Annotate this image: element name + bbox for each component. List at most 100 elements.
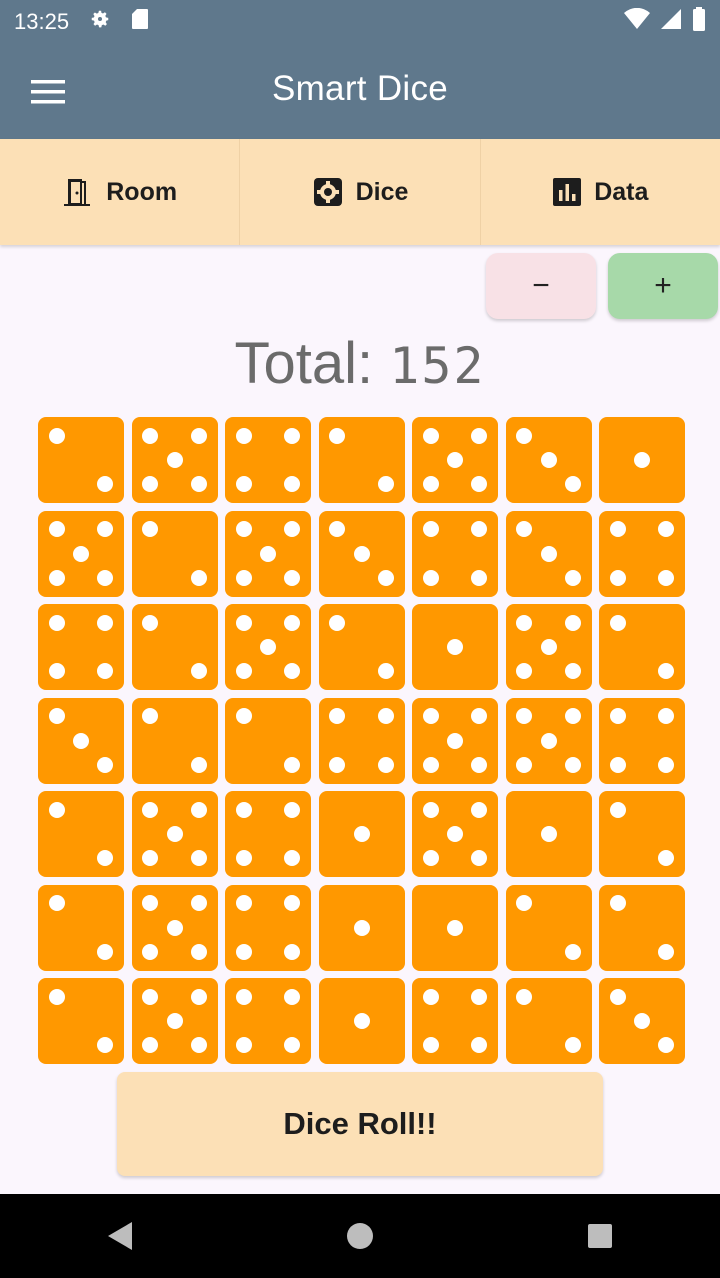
back-button[interactable] xyxy=(80,1206,160,1266)
die-pip xyxy=(166,452,183,468)
recents-button[interactable] xyxy=(560,1206,640,1266)
die-pip xyxy=(48,895,65,912)
die[interactable] xyxy=(318,417,405,503)
die[interactable] xyxy=(225,697,311,784)
die[interactable] xyxy=(38,417,124,503)
die-pip xyxy=(516,895,533,912)
app-bar: Smart Dice xyxy=(0,44,720,139)
die-pip xyxy=(190,756,207,773)
die-pip xyxy=(235,801,252,818)
die[interactable] xyxy=(412,791,498,877)
die[interactable] xyxy=(318,791,405,877)
die[interactable] xyxy=(131,604,218,690)
die-pip xyxy=(48,988,65,1005)
die-pip xyxy=(471,427,488,444)
die[interactable] xyxy=(599,884,685,971)
die[interactable] xyxy=(412,417,498,503)
die-pip xyxy=(166,919,183,936)
back-icon xyxy=(108,1222,132,1250)
die-pip xyxy=(353,1013,370,1029)
die[interactable] xyxy=(412,884,498,971)
die[interactable] xyxy=(131,884,218,971)
die-pip xyxy=(609,756,626,773)
die-pip xyxy=(658,756,675,773)
die[interactable] xyxy=(225,510,311,597)
die[interactable] xyxy=(38,697,124,784)
die[interactable] xyxy=(599,510,685,597)
die[interactable] xyxy=(318,978,405,1064)
die[interactable] xyxy=(412,697,498,784)
die-pip xyxy=(142,895,159,912)
die[interactable] xyxy=(225,884,311,971)
die[interactable] xyxy=(599,417,685,503)
die-pip xyxy=(48,663,65,680)
die[interactable] xyxy=(318,604,405,690)
die-pip xyxy=(48,569,65,586)
die[interactable] xyxy=(131,978,218,1064)
die[interactable] xyxy=(599,978,685,1064)
total-label: Total: xyxy=(234,331,390,396)
dice-roll-button[interactable]: Dice Roll!! xyxy=(117,1072,603,1176)
die-pip xyxy=(658,943,675,960)
die-pip xyxy=(516,663,533,680)
die-pip xyxy=(422,476,439,493)
tab-data[interactable]: Data xyxy=(481,139,720,245)
die[interactable] xyxy=(225,978,311,1064)
remove-die-button[interactable]: − xyxy=(486,253,596,319)
wifi-icon xyxy=(624,7,650,36)
die-pip xyxy=(284,756,301,773)
die[interactable] xyxy=(225,791,311,877)
die[interactable] xyxy=(131,417,218,503)
die-pip xyxy=(540,452,557,468)
die-pip xyxy=(516,756,533,773)
die[interactable] xyxy=(38,791,124,877)
die[interactable] xyxy=(599,604,685,690)
die[interactable] xyxy=(225,604,311,690)
die-pip xyxy=(377,476,394,493)
die[interactable] xyxy=(505,417,592,503)
die[interactable] xyxy=(505,604,592,690)
die-pip xyxy=(564,756,581,773)
die[interactable] xyxy=(131,697,218,784)
die-pip xyxy=(658,1037,675,1054)
home-icon xyxy=(347,1223,373,1249)
die[interactable] xyxy=(412,604,498,690)
die[interactable] xyxy=(599,791,685,877)
die[interactable] xyxy=(505,884,592,971)
tab-dice[interactable]: Dice xyxy=(240,139,481,245)
die-pip xyxy=(97,521,114,538)
die[interactable] xyxy=(505,697,592,784)
die[interactable] xyxy=(599,697,685,784)
die-pip xyxy=(142,708,159,725)
die-pip xyxy=(422,756,439,773)
die[interactable] xyxy=(131,510,218,597)
die[interactable] xyxy=(38,978,124,1064)
die[interactable] xyxy=(505,791,592,877)
die[interactable] xyxy=(38,510,124,597)
die[interactable] xyxy=(225,417,311,503)
die[interactable] xyxy=(318,697,405,784)
die-pip xyxy=(609,614,626,631)
die[interactable] xyxy=(412,510,498,597)
die[interactable] xyxy=(131,791,218,877)
die[interactable] xyxy=(505,978,592,1064)
die-pip xyxy=(658,521,675,538)
die[interactable] xyxy=(38,884,124,971)
die[interactable] xyxy=(412,978,498,1064)
die-pip xyxy=(609,569,626,586)
die-pip xyxy=(142,614,159,631)
tab-room[interactable]: Room xyxy=(0,139,241,245)
tab-bar: Room Dice Data xyxy=(0,139,720,245)
die[interactable] xyxy=(318,510,405,597)
die-pip xyxy=(48,427,65,444)
die[interactable] xyxy=(38,604,124,690)
die[interactable] xyxy=(318,884,405,971)
die-pip xyxy=(422,708,439,725)
die-pip xyxy=(540,639,557,655)
die-pip xyxy=(422,801,439,818)
die-pip xyxy=(284,850,301,867)
home-button[interactable] xyxy=(320,1206,400,1266)
die-pip xyxy=(377,756,394,773)
add-die-button[interactable]: + xyxy=(608,253,718,319)
die[interactable] xyxy=(505,510,592,597)
